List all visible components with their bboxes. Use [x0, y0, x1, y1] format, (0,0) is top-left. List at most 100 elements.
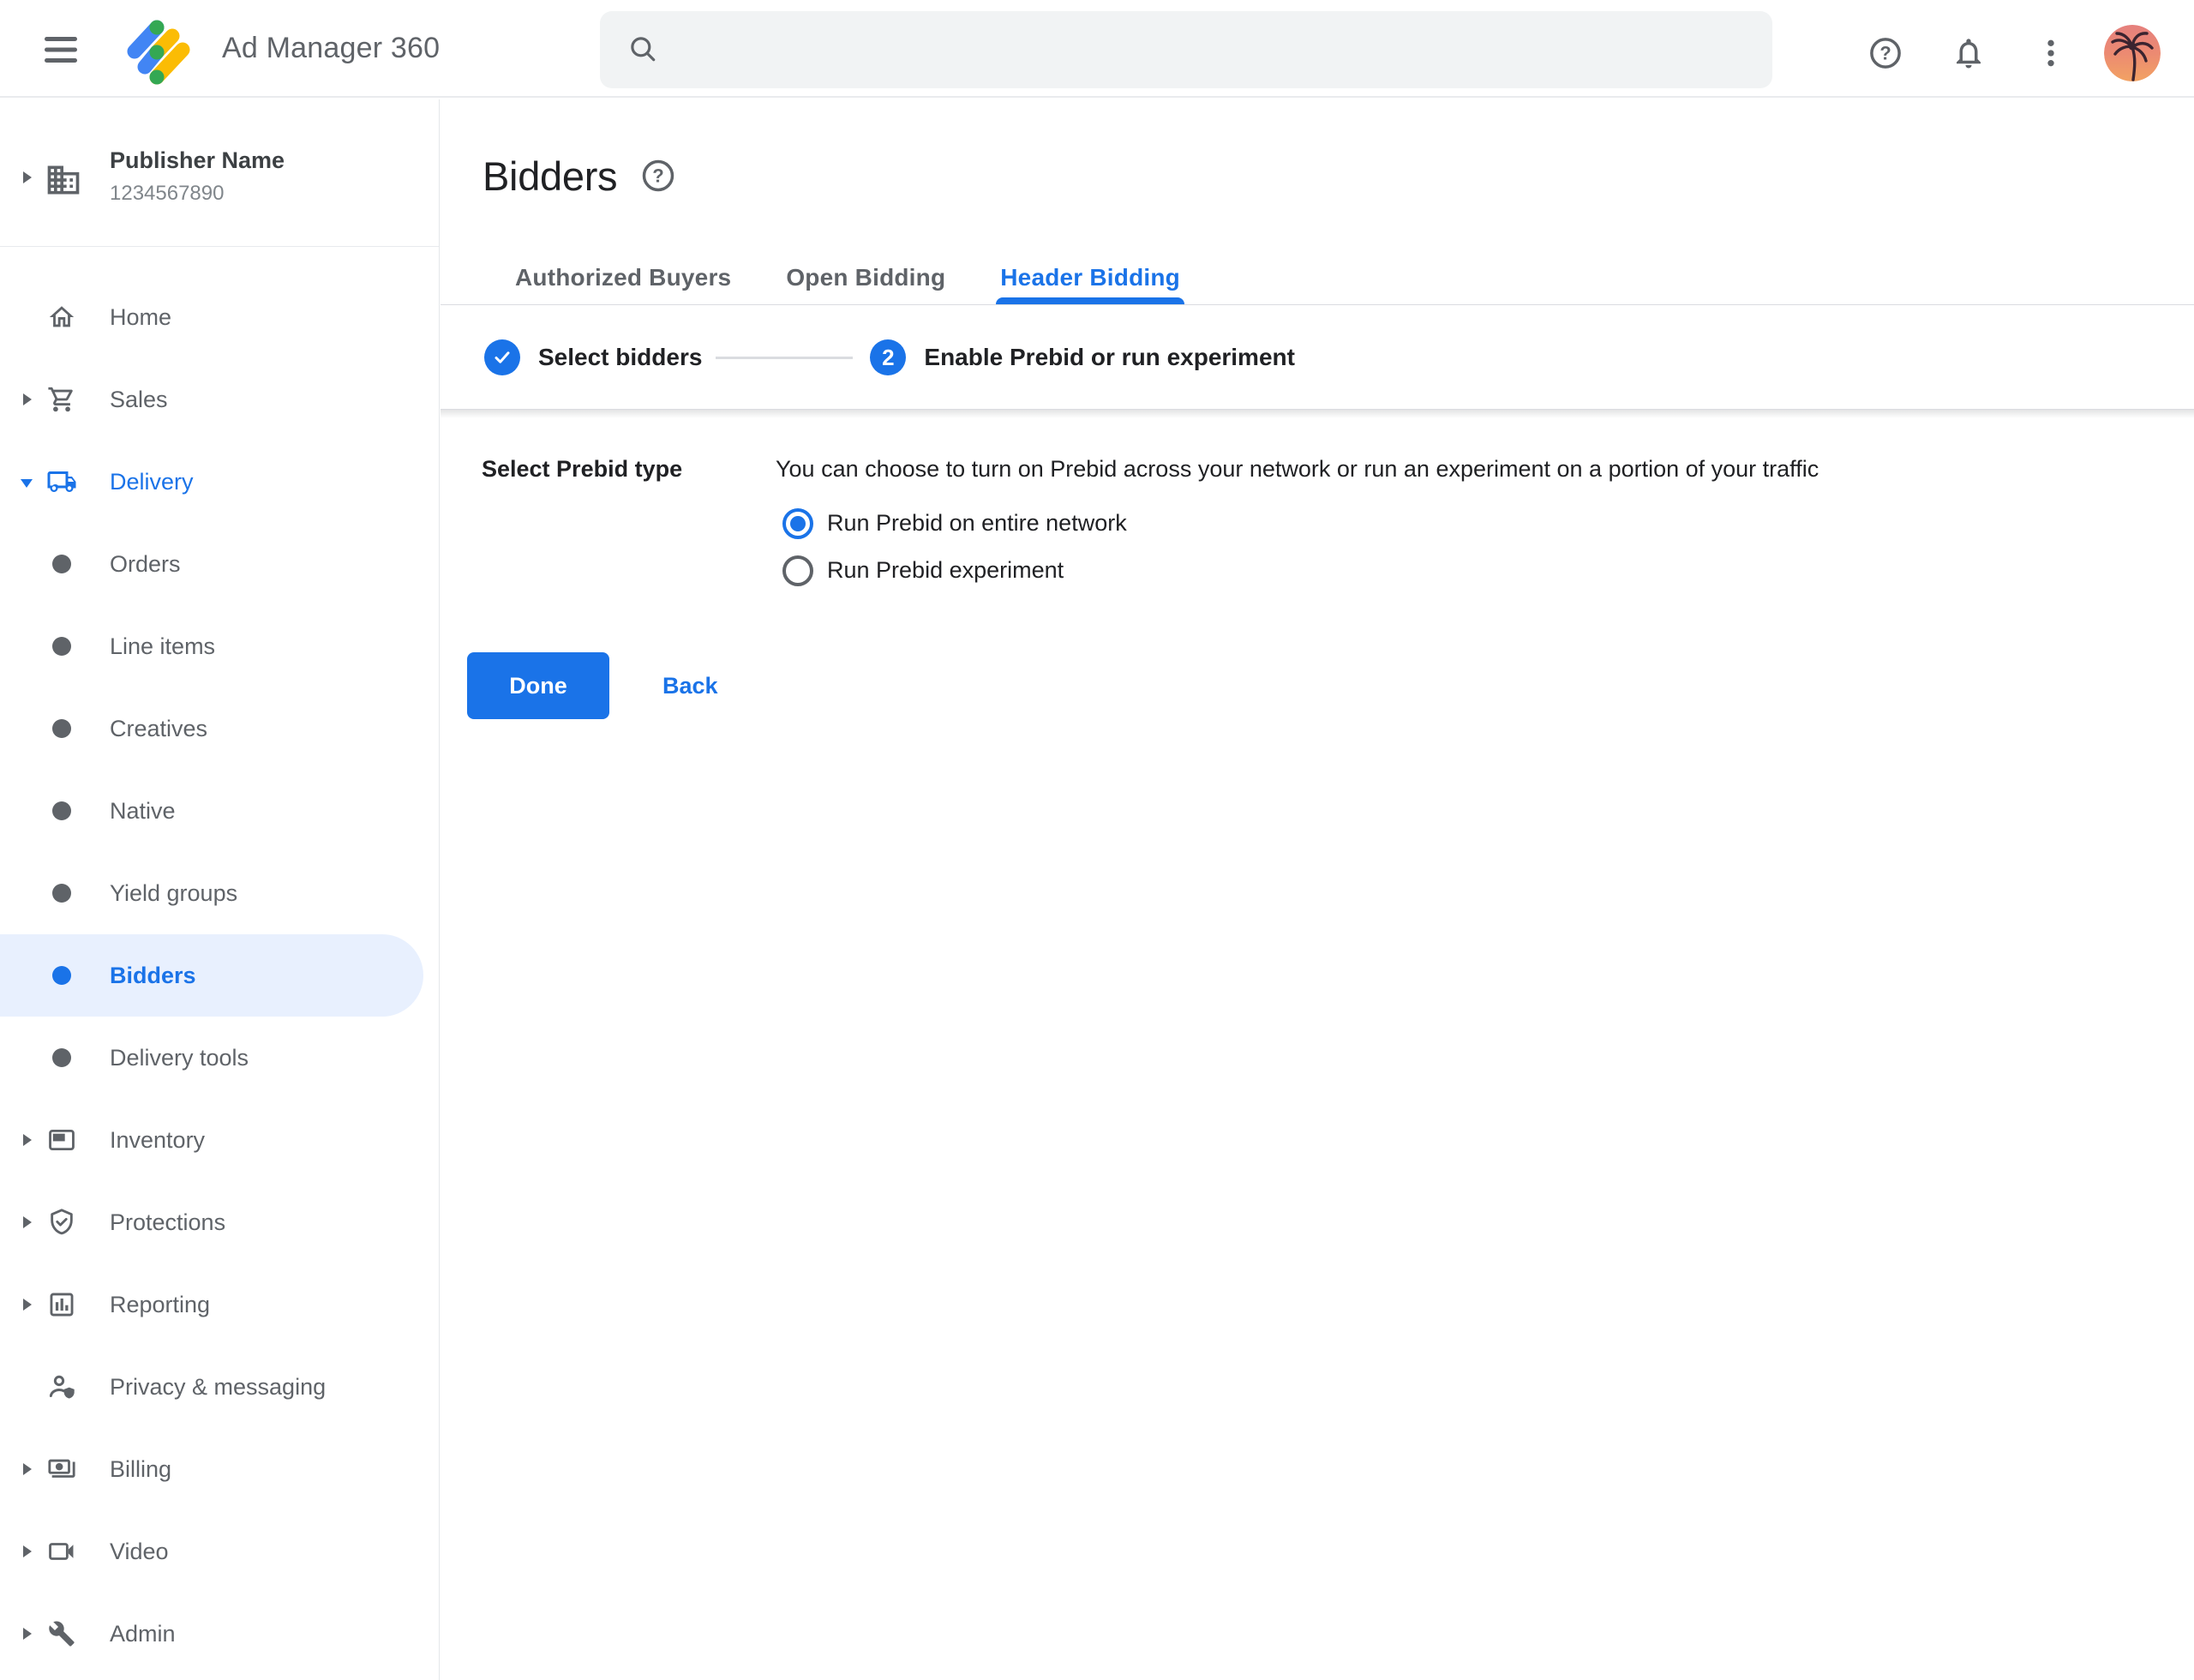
help-button[interactable]: ?	[1864, 32, 1907, 75]
sidebar-item-protections[interactable]: Protections	[0, 1181, 439, 1263]
palm-tree-sunset-photo	[2104, 25, 2161, 81]
prebid-type-label: Select Prebid type	[482, 454, 682, 483]
home-icon	[45, 301, 78, 333]
more-options-button[interactable]	[2029, 32, 2072, 75]
cart-icon	[45, 383, 78, 416]
page-title: Bidders	[483, 153, 617, 200]
sidebar-item-label: Admin	[110, 1621, 176, 1647]
ad-manager-app: Ad Manager 360 ?	[0, 0, 2194, 1680]
sidebar-item-home[interactable]: Home	[0, 276, 439, 358]
sidebar-item-sales[interactable]: Sales	[0, 358, 439, 441]
hamburger-icon	[44, 36, 78, 63]
search-icon	[627, 33, 660, 66]
sidebar-item-creatives[interactable]: Creatives	[0, 687, 439, 770]
tab-bar: Authorized Buyers Open Bidding Header Bi…	[441, 250, 2194, 305]
radio-selected-icon[interactable]	[782, 508, 813, 539]
sidebar-item-label: Privacy & messaging	[110, 1374, 326, 1401]
sidebar-item-label: Reporting	[110, 1292, 210, 1318]
tab-open-bidding[interactable]: Open Bidding	[786, 250, 945, 304]
chevron-right-icon	[23, 1463, 32, 1475]
sidebar-nav: Home Sales Delivery	[0, 247, 439, 1675]
hamburger-menu-button[interactable]	[44, 36, 78, 63]
wrench-icon	[45, 1617, 78, 1650]
step-connector	[716, 357, 853, 359]
section-divider	[441, 409, 2194, 410]
bullet-icon	[52, 966, 71, 985]
radio-option-entire-network[interactable]: Run Prebid on entire network	[782, 500, 1127, 547]
top-app-bar: Ad Manager 360 ?	[0, 0, 2194, 98]
step-1-label[interactable]: Select bidders	[538, 344, 702, 371]
sidebar-item-native[interactable]: Native	[0, 770, 439, 852]
publisher-selector[interactable]: Publisher Name 1234567890	[0, 99, 439, 247]
step-2-circle: 2	[870, 339, 906, 375]
bar-chart-icon	[45, 1288, 78, 1321]
sidebar-item-reporting[interactable]: Reporting	[0, 1263, 439, 1346]
ad-manager-logo	[122, 19, 192, 86]
sidebar-item-label: Yield groups	[110, 880, 237, 907]
prebid-type-radio-group: Run Prebid on entire network Run Prebid …	[782, 500, 1127, 594]
help-icon: ?	[1867, 35, 1903, 71]
sidebar-item-label: Sales	[110, 387, 168, 413]
sidebar-item-label: Creatives	[110, 716, 207, 742]
search-bar[interactable]	[600, 11, 1772, 88]
bullet-icon	[52, 884, 71, 903]
sidebar-item-line-items[interactable]: Line items	[0, 605, 439, 687]
building-icon	[45, 161, 82, 199]
sidebar-item-billing[interactable]: Billing	[0, 1428, 439, 1510]
sidebar-item-label: Protections	[110, 1209, 225, 1236]
truck-icon	[45, 465, 78, 498]
step-2-number: 2	[882, 345, 894, 371]
bullet-icon	[52, 555, 71, 573]
sidebar-item-delivery-tools[interactable]: Delivery tools	[0, 1017, 439, 1099]
chevron-right-icon	[23, 1299, 32, 1311]
stepper: Select bidders 2 Enable Prebid or run ex…	[441, 306, 2194, 409]
chevron-right-icon	[23, 393, 32, 405]
radio-unselected-icon[interactable]	[782, 555, 813, 586]
radio-option-experiment[interactable]: Run Prebid experiment	[782, 547, 1127, 594]
chevron-right-icon	[23, 1628, 32, 1640]
page-help-button[interactable]: ?	[639, 157, 677, 195]
sidebar-item-label: Bidders	[110, 963, 196, 989]
bullet-icon	[52, 801, 71, 820]
chevron-right-icon	[23, 1216, 32, 1228]
bullet-icon	[52, 637, 71, 656]
shield-check-icon	[45, 1206, 78, 1239]
sidebar-item-delivery[interactable]: Delivery	[0, 441, 439, 523]
videocam-icon	[45, 1535, 78, 1568]
sidebar-item-label: Billing	[110, 1456, 171, 1483]
sidebar-item-label: Delivery	[110, 469, 194, 495]
notifications-button[interactable]	[1947, 32, 1990, 75]
radio-option-label: Run Prebid on entire network	[827, 510, 1127, 537]
search-input[interactable]	[675, 11, 1772, 88]
sidebar-item-bidders[interactable]: Bidders	[0, 934, 423, 1017]
tab-authorized-buyers[interactable]: Authorized Buyers	[515, 250, 731, 304]
bullet-icon	[52, 719, 71, 738]
sidebar-item-label: Inventory	[110, 1127, 205, 1154]
kebab-icon	[2034, 36, 2068, 70]
sidebar-item-yield-groups[interactable]: Yield groups	[0, 852, 439, 934]
page-header: Bidders ?	[483, 151, 677, 201]
sidebar-item-admin[interactable]: Admin	[0, 1593, 439, 1675]
chevron-right-icon	[23, 1134, 32, 1146]
sidebar-item-inventory[interactable]: Inventory	[0, 1099, 439, 1181]
bullet-icon	[52, 1048, 71, 1067]
sidebar-item-orders[interactable]: Orders	[0, 523, 439, 605]
chevron-down-icon	[21, 479, 33, 488]
sidebar-item-label: Video	[110, 1539, 169, 1565]
person-badge-icon	[45, 1371, 78, 1403]
tab-header-bidding[interactable]: Header Bidding	[1000, 250, 1180, 304]
check-icon	[492, 347, 513, 368]
form-actions: Done Back	[467, 652, 730, 719]
sidebar-item-privacy-messaging[interactable]: Privacy & messaging	[0, 1346, 439, 1428]
publisher-id: 1234567890	[110, 182, 224, 206]
sidebar-item-video[interactable]: Video	[0, 1510, 439, 1593]
chevron-right-icon	[23, 171, 32, 183]
prebid-type-description: You can choose to turn on Prebid across …	[776, 454, 1819, 483]
back-link[interactable]: Back	[650, 664, 730, 708]
svg-text:?: ?	[1879, 43, 1891, 64]
bell-icon	[1951, 35, 1987, 71]
account-avatar[interactable]	[2104, 25, 2161, 81]
sidebar-item-label: Orders	[110, 551, 181, 578]
inventory-icon	[45, 1124, 78, 1156]
done-button[interactable]: Done	[467, 652, 609, 719]
